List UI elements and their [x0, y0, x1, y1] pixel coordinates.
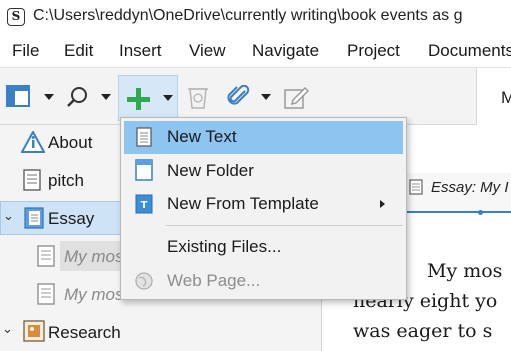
menu-separator: [166, 225, 403, 226]
editor-document-title: Essay: My I: [431, 179, 509, 196]
binder-toggle-icon: [6, 85, 30, 107]
menu-item-new-text[interactable]: New Text: [124, 121, 403, 154]
template-icon: T: [135, 194, 153, 214]
add-dropdown-icon[interactable]: [163, 95, 173, 101]
binder-toggle-button[interactable]: [6, 85, 30, 107]
add-button[interactable]: [118, 75, 178, 121]
menu-documents[interactable]: Documents: [428, 41, 511, 61]
trash-icon: [188, 88, 208, 109]
window-title: C:\Users\reddyn\OneDrive\currently writi…: [33, 7, 463, 24]
document-icon: [23, 169, 41, 191]
add-icon: [127, 88, 150, 110]
menu-item-label: New From Template: [167, 194, 319, 213]
menu-bar: File Edit Insert View Navigate Project D…: [0, 34, 511, 67]
trash-button[interactable]: [186, 84, 210, 110]
document-icon: [37, 283, 55, 305]
binder-item-research[interactable]: ⌄ Research: [0, 315, 321, 349]
binder-toggle-dropdown-icon[interactable]: [44, 94, 54, 100]
editor-tab[interactable]: M: [476, 68, 511, 126]
menu-item-label: New Folder: [167, 161, 254, 180]
search-button[interactable]: [66, 85, 90, 109]
chevron-down-icon[interactable]: ⌄: [3, 208, 14, 224]
edit-button[interactable]: [283, 84, 310, 110]
search-icon: [67, 87, 87, 107]
binder-item-label: About: [48, 133, 93, 152]
edit-icon: [284, 86, 310, 109]
menu-project[interactable]: Project: [347, 41, 400, 61]
menu-item-new-folder[interactable]: New Folder: [124, 155, 403, 188]
editor-text-line[interactable]: was eager to s: [353, 320, 492, 342]
binder-item-label: My mos: [64, 247, 124, 266]
menu-item-web-page[interactable]: Web Page...: [124, 265, 403, 298]
submenu-arrow-icon: [380, 200, 385, 208]
info-icon: [21, 131, 45, 153]
search-dropdown-icon[interactable]: [101, 94, 111, 100]
split-handle[interactable]: [478, 210, 483, 215]
menu-item-label: Web Page...: [167, 271, 261, 290]
title-bar: S C:\Users\reddyn\OneDrive\currently wri…: [0, 0, 511, 34]
binder-item-label: Research: [48, 323, 121, 342]
folder-icon: [135, 159, 153, 181]
editor-tab-label: M: [501, 88, 511, 107]
chevron-down-icon[interactable]: ⌄: [2, 321, 13, 337]
menu-item-label: Existing Files...: [167, 237, 282, 256]
menu-item-new-from-template[interactable]: T New From Template: [124, 188, 403, 221]
menu-item-existing-files[interactable]: Existing Files...: [124, 231, 403, 264]
text-document-icon: [136, 127, 152, 147]
globe-icon: [135, 272, 153, 290]
binder-item-label: My mos: [64, 285, 124, 304]
document-icon: [409, 179, 423, 195]
binder-item-label: pitch: [48, 171, 84, 190]
research-icon: [23, 320, 45, 342]
attachment-icon: [227, 84, 250, 105]
folder-icon: [24, 207, 44, 229]
menu-item-label: New Text: [167, 127, 237, 146]
binder-item-label: Essay: [48, 209, 95, 228]
editor-text-line[interactable]: My mos: [427, 260, 502, 282]
menu-file[interactable]: File: [12, 41, 39, 61]
attachment-button[interactable]: [226, 84, 250, 109]
document-icon: [37, 245, 55, 267]
menu-view[interactable]: View: [189, 41, 226, 61]
add-dropdown-menu: New Text New Folder T New From Template …: [120, 117, 407, 300]
attachment-dropdown-icon[interactable]: [261, 94, 271, 100]
menu-insert[interactable]: Insert: [119, 41, 162, 61]
menu-navigate[interactable]: Navigate: [252, 41, 319, 61]
menu-edit[interactable]: Edit: [64, 41, 93, 61]
svg-text:T: T: [141, 200, 148, 211]
app-logo-icon: S: [7, 8, 25, 26]
